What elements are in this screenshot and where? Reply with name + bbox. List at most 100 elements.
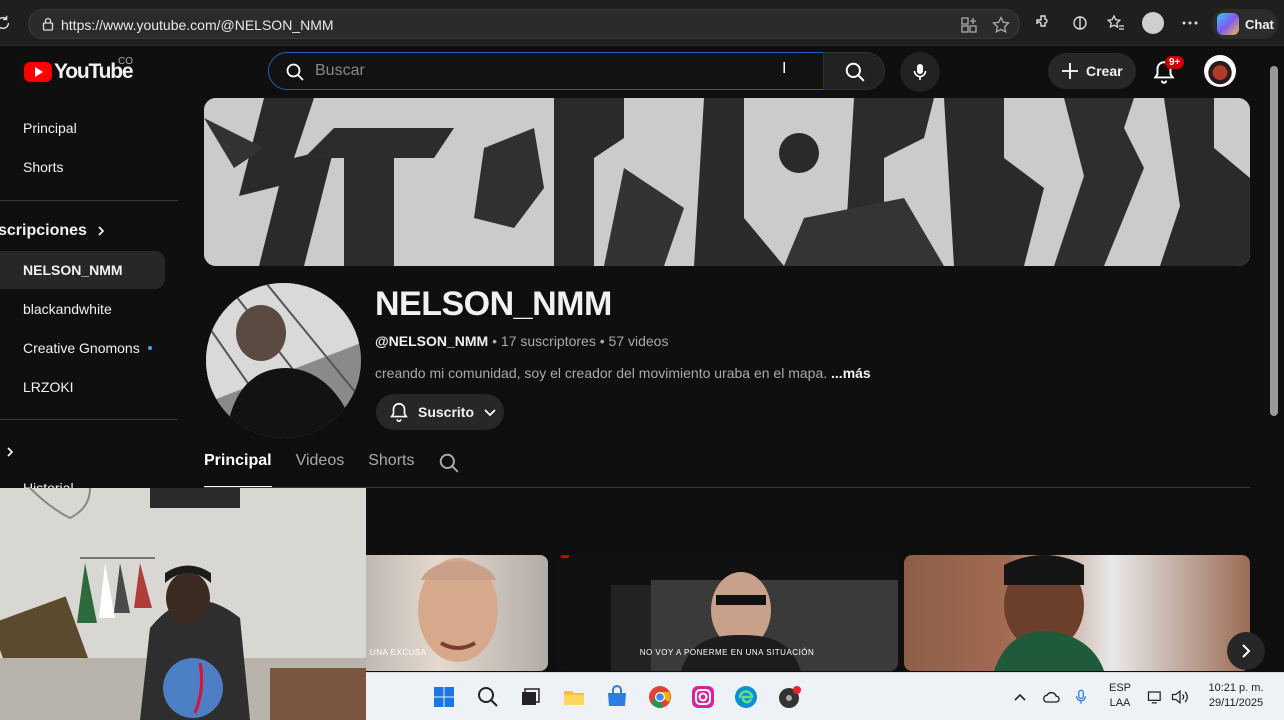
banner-artwork: [204, 98, 1250, 266]
webcam-feed: [0, 488, 366, 720]
notification-badge: 9+: [1165, 56, 1185, 69]
youtube-logo[interactable]: YouTube: [24, 60, 134, 84]
thumbnail-caption: UNA EXCUSA: [370, 648, 427, 657]
chevron-right-icon[interactable]: [4, 446, 16, 458]
clock[interactable]: 10:21 p. m. 29/11/2025: [1198, 681, 1274, 711]
microphone-icon[interactable]: [1072, 685, 1090, 709]
clock-date: 29/11/2025: [1208, 697, 1264, 709]
url-text[interactable]: https://www.youtube.com/@NELSON_NMM: [61, 17, 334, 33]
language-code: ESP: [1108, 682, 1131, 694]
task-view-icon[interactable]: [518, 685, 542, 709]
subscription-label: LRZOKI: [23, 379, 74, 395]
video-thumbnail[interactable]: UNA EXCUSA: [366, 555, 548, 671]
subscriber-count: 17 suscriptores: [500, 333, 596, 349]
channel-avatar[interactable]: [206, 283, 361, 438]
subscription-lrzoki[interactable]: LRZOKI: [0, 368, 165, 406]
subscription-nelson-nmm[interactable]: NELSON_NMM: [0, 251, 165, 289]
search-icon[interactable]: [476, 685, 500, 709]
channel-meta: @NELSON_NMM • 17 suscriptores • 57 video…: [375, 333, 668, 349]
more-link[interactable]: ...más: [831, 365, 871, 381]
meta-separator: •: [492, 333, 498, 349]
chevron-up-icon[interactable]: [1012, 685, 1028, 709]
network-icon[interactable]: [1146, 685, 1166, 709]
country-code: CO: [118, 56, 133, 67]
search-icon: [440, 453, 459, 473]
sidebar-item-shorts[interactable]: Shorts: [0, 148, 165, 186]
search-icon: [286, 63, 304, 81]
create-button[interactable]: Crear: [1048, 53, 1136, 89]
text-cursor-icon: I: [782, 60, 787, 77]
tab-shorts[interactable]: Shorts: [368, 452, 414, 486]
sidebar-item-principal[interactable]: Principal: [0, 109, 165, 147]
instagram-icon[interactable]: [691, 685, 715, 709]
search-button[interactable]: [823, 52, 885, 90]
volume-icon[interactable]: [1170, 685, 1190, 709]
thumbnail-image: [994, 555, 1104, 671]
chevron-down-icon: [484, 409, 496, 417]
subscription-label: Creative Gnomons: [23, 340, 140, 356]
meta-separator: •: [599, 333, 605, 349]
keyboard-layout: LAA: [1109, 697, 1131, 709]
account-avatar[interactable]: [1204, 55, 1236, 87]
subscription-creative-gnomons[interactable]: Creative Gnomons: [0, 329, 165, 367]
page-scrollbar[interactable]: [1266, 46, 1284, 670]
scrollbar-thumb[interactable]: [1270, 66, 1278, 416]
sidebar-item-label: Principal: [23, 120, 77, 136]
bell-icon: [390, 402, 408, 422]
browser-toolbar: https://www.youtube.com/@NELSON_NMM Chat: [0, 0, 1284, 46]
clock-time: 10:21 p. m.: [1208, 682, 1264, 694]
subscriptions-heading-label: scripciones: [0, 222, 87, 239]
video-count: 57 videos: [608, 333, 669, 349]
subscription-blackandwhite[interactable]: blackandwhite: [0, 290, 165, 328]
thumbnail-caption: NO VOY A PONERME EN UNA SITUACIÓN: [639, 648, 815, 657]
profile-icon[interactable]: [1142, 12, 1164, 34]
cloud-icon[interactable]: [1042, 685, 1062, 709]
windows-start-icon[interactable]: [432, 685, 456, 709]
subscribed-button[interactable]: Suscrito: [376, 394, 504, 430]
copilot-icon: [1217, 13, 1239, 35]
chrome-icon[interactable]: [648, 685, 672, 709]
sidebar-divider: [0, 200, 178, 201]
channel-description[interactable]: creando mi comunidad, soy el creador del…: [375, 365, 871, 381]
tab-principal[interactable]: Principal: [204, 452, 272, 488]
input-language[interactable]: ESP LAA: [1106, 681, 1134, 711]
channel-handle: @NELSON_NMM: [375, 333, 489, 349]
new-content-dot: [147, 346, 152, 350]
chevron-right-icon: [98, 226, 105, 236]
lock-icon: [42, 17, 54, 31]
search-input[interactable]: [315, 60, 795, 82]
windows-taskbar: ESP LAA 10:21 p. m. 29/11/2025: [366, 672, 1284, 720]
subscribed-label: Suscrito: [418, 404, 475, 420]
chevron-right-icon: [1242, 644, 1251, 658]
chat-label: Chat: [1245, 16, 1274, 32]
search-box[interactable]: I: [268, 52, 824, 90]
edge-icon[interactable]: [734, 685, 758, 709]
video-thumbnail[interactable]: [904, 555, 1250, 671]
app-available-icon[interactable]: [959, 15, 979, 35]
extensions-icon[interactable]: [1034, 13, 1054, 33]
more-icon[interactable]: [1180, 13, 1200, 33]
favorite-star-icon[interactable]: [991, 15, 1011, 35]
file-explorer-icon[interactable]: [562, 685, 586, 709]
video-thumbnail[interactable]: NO VOY A PONERME EN UNA SITUACIÓN: [556, 555, 898, 671]
voice-search-button[interactable]: [900, 52, 940, 92]
app-icon[interactable]: [778, 685, 802, 709]
favorites-icon[interactable]: [1106, 13, 1126, 33]
search-button-icon: [845, 62, 865, 82]
description-text: creando mi comunidad, soy el creador del…: [375, 365, 828, 381]
tab-search[interactable]: [438, 452, 460, 486]
carousel-next-button[interactable]: [1227, 632, 1265, 670]
webcam-overlay: [0, 488, 366, 720]
reload-icon[interactable]: [0, 14, 12, 32]
copilot-chat-button[interactable]: Chat: [1212, 9, 1278, 39]
split-screen-icon[interactable]: [1070, 13, 1090, 33]
address-bar[interactable]: https://www.youtube.com/@NELSON_NMM: [28, 9, 1020, 39]
subscriptions-heading[interactable]: scripciones: [0, 222, 107, 240]
channel-name: NELSON_NMM: [375, 285, 612, 323]
sidebar-divider: [0, 419, 178, 420]
plus-icon: [1062, 63, 1078, 79]
subscription-label: blackandwhite: [23, 301, 112, 317]
microphone-icon: [913, 64, 927, 80]
store-icon[interactable]: [605, 685, 629, 709]
tab-videos[interactable]: Videos: [296, 452, 345, 486]
